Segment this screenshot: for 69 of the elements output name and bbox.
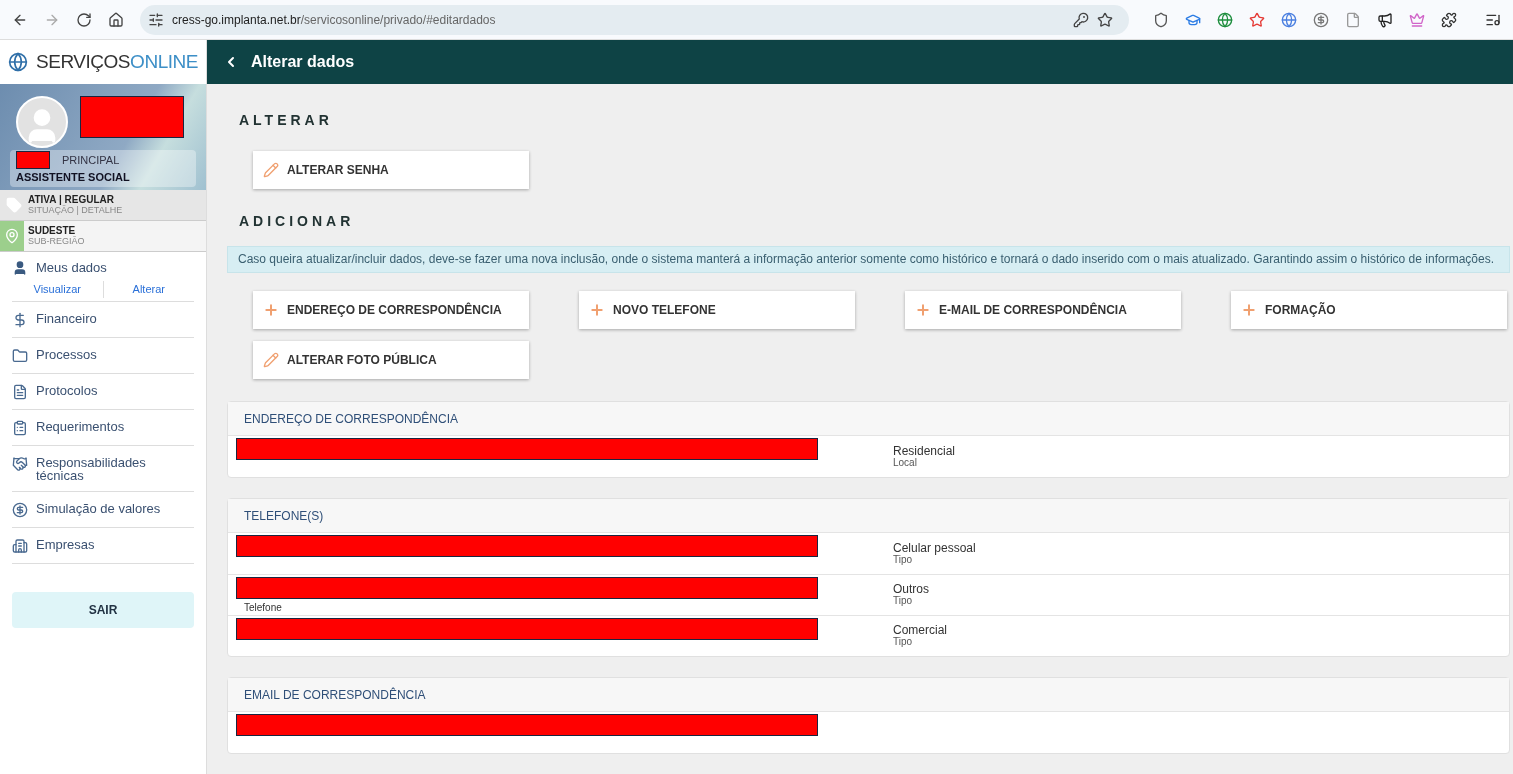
card-title: EMAIL DE CORRESPONDÊNCIA xyxy=(228,678,1509,712)
dollar-icon xyxy=(12,312,28,328)
action-button[interactable]: NOVO TELEFONE xyxy=(579,291,855,329)
nav-item[interactable]: Financeiro xyxy=(12,302,194,338)
type-value: Celular pessoal xyxy=(893,541,976,554)
redaction-bar xyxy=(16,151,50,169)
key-icon[interactable] xyxy=(1073,11,1089,28)
card-title: TELEFONE(S) xyxy=(228,499,1509,533)
logout-button[interactable]: SAIR xyxy=(12,592,194,628)
coin-icon xyxy=(12,502,28,518)
extension-icon[interactable] xyxy=(1377,11,1393,28)
pencil-icon xyxy=(263,162,279,178)
action-button[interactable]: ALTERAR FOTO PÚBLICA xyxy=(253,341,529,379)
extensions-icon[interactable] xyxy=(1441,11,1457,28)
field-label: Telefone xyxy=(244,602,282,613)
action-button[interactable]: ENDEREÇO DE CORRESPONDÊNCIA xyxy=(253,291,529,329)
section-heading: ADICIONAR xyxy=(239,212,356,231)
action-button[interactable]: FORMAÇÃO xyxy=(1231,291,1507,329)
card-title: ENDEREÇO DE CORRESPONDÊNCIA xyxy=(228,402,1509,436)
plus-icon xyxy=(1241,302,1257,318)
site-settings-icon[interactable] xyxy=(148,11,164,28)
nav-item[interactable]: Requerimentos xyxy=(12,410,194,446)
nav-item[interactable]: Processos xyxy=(12,338,194,374)
type-value: Residencial xyxy=(893,444,956,457)
extension-icon[interactable] xyxy=(1153,11,1169,28)
type-label: Tipo xyxy=(893,595,914,607)
bookmark-star-icon[interactable] xyxy=(1097,11,1113,28)
action-button[interactable]: ALTERAR SENHA xyxy=(253,151,529,189)
nav-item[interactable]: Simulação de valores xyxy=(12,492,194,528)
clipboard-icon xyxy=(12,420,28,436)
logo-icon xyxy=(8,52,28,72)
building-icon xyxy=(12,538,28,554)
nav-link[interactable]: Alterar xyxy=(132,281,165,298)
location-pin-icon xyxy=(4,228,20,244)
pencil-icon xyxy=(263,352,279,368)
nav-item[interactable]: Protocolos xyxy=(12,374,194,410)
info-alert: Caso queira atualizar/incluir dados, deve-se fazer uma nova inclusão, onde o sistema manterá a informação anterior somente como histórico e tornará o dado inserido com o mais atualizado. Garantindo assim o histórico de informações. xyxy=(227,246,1510,273)
logo-text: SERVIÇOSONLINE xyxy=(36,49,198,74)
document-icon xyxy=(12,384,28,400)
home-icon[interactable] xyxy=(108,11,124,28)
category-text: PRINCIPAL xyxy=(62,152,120,168)
folder-icon xyxy=(12,348,28,364)
tag-icon xyxy=(6,197,22,213)
plus-icon xyxy=(589,302,605,318)
type-label: Local xyxy=(893,456,918,469)
url-text: cress-go.implanta.net.br/servicosonline/privado/#editardados xyxy=(172,11,497,29)
role-text: ASSISTENTE SOCIAL xyxy=(16,170,131,185)
type-value: Outros xyxy=(893,583,929,595)
nav-item[interactable]: Responsabilidades técnicas xyxy=(12,446,194,492)
handshake-icon xyxy=(12,456,28,472)
nav-link[interactable]: Visualizar xyxy=(33,281,81,298)
type-value: Comercial xyxy=(893,624,947,636)
nav-item[interactable]: Empresas xyxy=(12,528,194,564)
type-label: Tipo xyxy=(893,553,914,566)
page-title: Alterar dados xyxy=(251,52,355,72)
action-button[interactable]: E-MAIL DE CORRESPONDÊNCIA xyxy=(905,291,1181,329)
user-icon xyxy=(12,260,28,276)
type-label: Tipo xyxy=(893,636,914,648)
status-text: ATIVA | REGULAR xyxy=(28,194,115,205)
plus-icon xyxy=(915,302,931,318)
nav-heading: Meus dados xyxy=(36,259,107,278)
reload-icon[interactable] xyxy=(76,11,92,28)
region-caption: SUB-REGIÃO xyxy=(28,236,85,247)
status-caption: SITUAÇÃO | DETALHE xyxy=(28,205,123,216)
region-text: SUDESTE xyxy=(28,225,77,236)
address-bar[interactable]: cress-go.implanta.net.br/servicosonline/privado/#editardados xyxy=(140,4,1129,35)
section-heading: ALTERAR xyxy=(239,111,334,130)
plus-icon xyxy=(263,302,279,318)
avatar xyxy=(16,96,68,148)
